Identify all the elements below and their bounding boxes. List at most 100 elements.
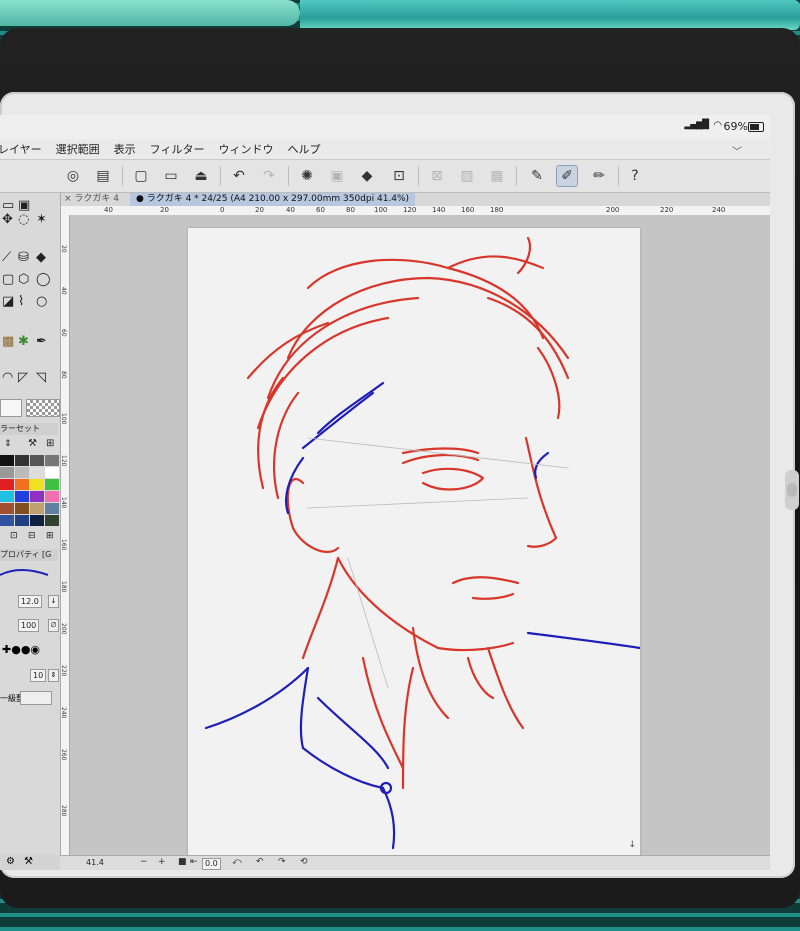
new-file-icon[interactable]: ▢ xyxy=(130,165,152,187)
folder-icon[interactable]: ▭ xyxy=(160,165,182,187)
rotate-right-icon[interactable]: ↷ xyxy=(278,857,286,867)
stop-icon[interactable]: ■ xyxy=(178,857,187,867)
ruler-tool-icon[interactable]: ◪ xyxy=(2,295,14,309)
fill-icon[interactable]: ◆ xyxy=(356,165,378,187)
lasso-icon[interactable]: ◌ xyxy=(18,213,29,227)
rect-select-icon[interactable]: ▢ xyxy=(2,273,14,287)
move-icon[interactable]: ✥ xyxy=(2,213,13,227)
tool-tab-icon[interactable]: ▭ xyxy=(2,199,14,213)
brush-size-dropdown[interactable]: ↓ xyxy=(48,595,59,608)
tab-rakugaki-active[interactable]: ● ラクガキ 4 * 24/25 (A4 210.00 x 297.00mm 3… xyxy=(130,193,416,206)
color-swatch[interactable] xyxy=(15,455,29,466)
reset-rotation-icon[interactable]: ⟲ xyxy=(300,857,308,867)
grass-brush-icon[interactable]: ✱ xyxy=(18,335,29,349)
color-swatch[interactable] xyxy=(45,467,59,478)
color-swatch[interactable] xyxy=(45,491,59,502)
color-swatch[interactable] xyxy=(30,479,44,490)
stabilization-value[interactable]: 10 xyxy=(30,669,47,682)
circle-icon[interactable]: ○ xyxy=(36,295,47,309)
menu-layer[interactable]: レイヤー xyxy=(0,141,42,157)
stabilization-slider[interactable] xyxy=(20,691,52,705)
clear-icon[interactable]: ⊠ xyxy=(426,165,448,187)
color-swatch[interactable] xyxy=(0,503,14,514)
color-swatch[interactable] xyxy=(0,515,14,526)
color-swatch[interactable] xyxy=(45,455,59,466)
menu-filter[interactable]: フィルター xyxy=(150,141,205,157)
color-swatch[interactable] xyxy=(15,503,29,514)
fit-icon[interactable]: ⇤ xyxy=(190,857,198,867)
settings-icon[interactable]: ⚙ xyxy=(6,856,15,867)
menu-help[interactable]: ヘルプ xyxy=(287,141,320,157)
color-swatch[interactable] xyxy=(30,455,44,466)
menu-selection[interactable]: 選択範囲 xyxy=(56,141,100,157)
color-swatch[interactable] xyxy=(30,467,44,478)
color-swatch[interactable] xyxy=(30,503,44,514)
layer-icon[interactable]: ▨ xyxy=(456,165,478,187)
spinner-icon[interactable]: ✺ xyxy=(296,165,318,187)
color-swatch[interactable] xyxy=(45,515,59,526)
menu-view[interactable]: 表示 xyxy=(114,141,136,157)
tab-rakugaki-previous[interactable]: × ラクガキ 4 xyxy=(60,193,123,206)
canvas-area[interactable]: ↓ xyxy=(70,215,770,856)
ellipse-select-icon[interactable]: ◯ xyxy=(36,273,51,287)
stabilization-toggle[interactable]: ⇕ xyxy=(48,669,59,682)
color-swatch-grid[interactable] xyxy=(0,455,60,527)
transform-icon[interactable]: ⊡ xyxy=(388,165,410,187)
zoom-in-icon[interactable]: + xyxy=(158,857,166,867)
color-swatch[interactable] xyxy=(0,479,14,490)
redo-icon[interactable]: ↷ xyxy=(258,165,280,187)
brush-tip-options[interactable]: ✚●●◉ xyxy=(2,643,40,656)
color-swatch[interactable] xyxy=(15,467,29,478)
swatch-action-icon[interactable]: ⊟ xyxy=(28,529,36,543)
add-icon[interactable]: ⊞ xyxy=(46,437,54,451)
drawing-paper[interactable]: ↓ xyxy=(188,228,640,856)
copy-icon[interactable]: ▣ xyxy=(326,165,348,187)
pen-icon[interactable]: ✒ xyxy=(36,335,47,349)
menu-window[interactable]: ウィンドウ xyxy=(218,141,273,157)
color-swatch[interactable] xyxy=(0,455,14,466)
texture-icon[interactable]: ▩ xyxy=(2,335,14,349)
color-swatch[interactable] xyxy=(15,479,29,490)
rotate-icon[interactable]: ↶ xyxy=(256,857,264,867)
polyline-icon[interactable]: ⌇ xyxy=(18,295,24,309)
chevron-updown-icon[interactable]: ⇕ xyxy=(4,437,12,451)
color-swatch[interactable] xyxy=(15,515,29,526)
zoom-out-icon[interactable]: − xyxy=(140,857,148,867)
triangle-icon[interactable]: ◹ xyxy=(36,371,46,385)
stroke-shape-icon[interactable]: ◠ xyxy=(2,371,13,385)
rotate-left-icon[interactable]: ⤺ xyxy=(232,857,242,867)
swatch-action-icon[interactable]: ⊡ xyxy=(10,529,18,543)
chevron-down-icon[interactable]: ﹀ xyxy=(732,143,742,158)
pencil-icon[interactable]: ✏ xyxy=(588,165,610,187)
brush-size-value[interactable]: 12.0 xyxy=(18,595,42,608)
save-icon[interactable]: ⏏ xyxy=(190,165,212,187)
triangle-icon[interactable]: ◸ xyxy=(18,371,28,385)
wrench-icon[interactable]: ⚒ xyxy=(24,856,33,867)
transparent-color-swatch[interactable] xyxy=(26,399,60,417)
color-swatch[interactable] xyxy=(15,491,29,502)
swatch-action-icon[interactable]: ⊞ xyxy=(46,529,54,543)
fill-bucket-icon[interactable]: ⛁ xyxy=(18,251,29,265)
color-swatch[interactable] xyxy=(30,491,44,502)
color-swatch[interactable] xyxy=(45,503,59,514)
opacity-value[interactable]: 100 xyxy=(18,619,40,632)
main-color-swatch[interactable] xyxy=(0,399,22,417)
eyedropper-icon[interactable]: ⟋ xyxy=(2,251,11,265)
layer-mask-icon[interactable]: ▦ xyxy=(486,165,508,187)
undo-icon[interactable]: ↶ xyxy=(228,165,250,187)
pen-icon[interactable]: ✎ xyxy=(526,165,548,187)
color-swatch[interactable] xyxy=(45,479,59,490)
clip-studio-icon[interactable]: ◎ xyxy=(62,165,84,187)
help-icon[interactable]: ? xyxy=(624,165,646,187)
magic-wand-icon[interactable]: ✶ xyxy=(36,213,47,227)
rotation-angle[interactable]: 0.0 xyxy=(202,858,221,870)
wrench-icon[interactable]: ⚒ xyxy=(28,437,37,451)
shape-icon[interactable]: ⬡ xyxy=(18,273,29,287)
tool-tab-icon[interactable]: ▣ xyxy=(18,199,30,213)
open-folder-icon[interactable]: ▤ xyxy=(92,165,114,187)
color-swatch[interactable] xyxy=(0,491,14,502)
eraser-icon[interactable]: ◆ xyxy=(36,251,46,265)
opacity-toggle[interactable]: ∅ xyxy=(48,619,59,632)
color-swatch[interactable] xyxy=(0,467,14,478)
color-swatch[interactable] xyxy=(30,515,44,526)
